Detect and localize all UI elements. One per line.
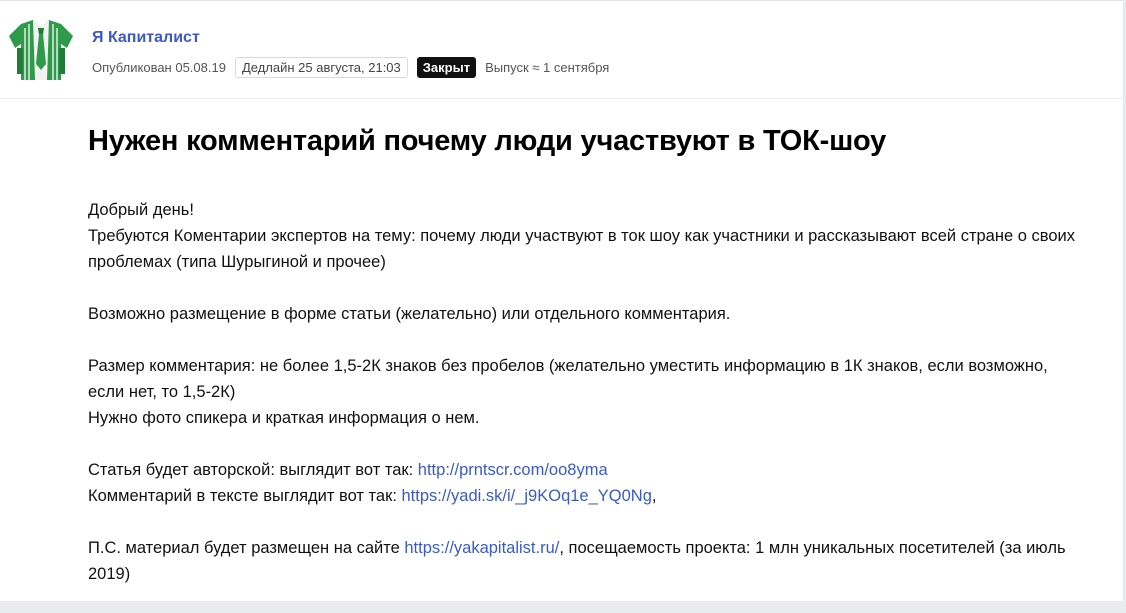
ps-label: П.С. материал будет размещен на сайте <box>88 539 405 557</box>
body-paragraph-photo: Нужно фото спикера и краткая информация … <box>88 409 480 427</box>
request-card: Я Капиталист Опубликован 05.08.19 Дедлай… <box>0 0 1124 601</box>
greeting-text: Добрый день! <box>88 201 194 219</box>
author-example-link[interactable]: http://prntscr.com/oo8yma <box>418 461 608 479</box>
status-badge: Закрыт <box>416 56 477 78</box>
request-meta: Опубликован 05.08.19 Дедлайн 25 августа,… <box>92 56 609 78</box>
request-title: Нужен комментарий почему люди участвуют … <box>88 125 887 157</box>
site-link[interactable]: https://yakapitalist.ru/ <box>404 539 559 557</box>
comment-example-link[interactable]: https://yadi.sk/i/_j9KOq1e_YQ0Ng <box>402 487 652 505</box>
body-paragraph-format: Возможно размещение в форме статьи (жела… <box>88 305 731 323</box>
request-header: Я Капиталист Опубликован 05.08.19 Дедлай… <box>0 1 1124 99</box>
body-line-author-example: Статья будет авторской: выглядит вот так… <box>88 457 1078 483</box>
body-paragraph-size: Размер комментария: не более 1,5-2К знак… <box>88 357 1048 401</box>
deadline-badge: Дедлайн 25 августа, 21:03 <box>234 56 408 78</box>
comment-example-suffix: , <box>651 487 657 505</box>
published-date: Опубликован 05.08.19 <box>92 59 226 75</box>
body-paragraph-ps: П.С. материал будет размещен на сайте ht… <box>88 535 1078 587</box>
request-body: Добрый день! Требуются Коментарии экспер… <box>88 197 1078 613</box>
comment-example-label: Комментарий в тексте выглядит вот так: <box>88 487 402 505</box>
body-paragraph-topic: Требуются Коментарии экспертов на тему: … <box>88 227 1075 271</box>
release-date: Выпуск ≈ 1 сентября <box>485 59 610 75</box>
author-example-label: Статья будет авторской: выглядит вот так… <box>88 461 418 479</box>
body-line-comment-example: Комментарий в тексте выглядит вот так: h… <box>88 483 1078 509</box>
source-name-link[interactable]: Я Капиталист <box>92 29 200 47</box>
shirt-tie-logo-icon[interactable] <box>7 18 75 82</box>
